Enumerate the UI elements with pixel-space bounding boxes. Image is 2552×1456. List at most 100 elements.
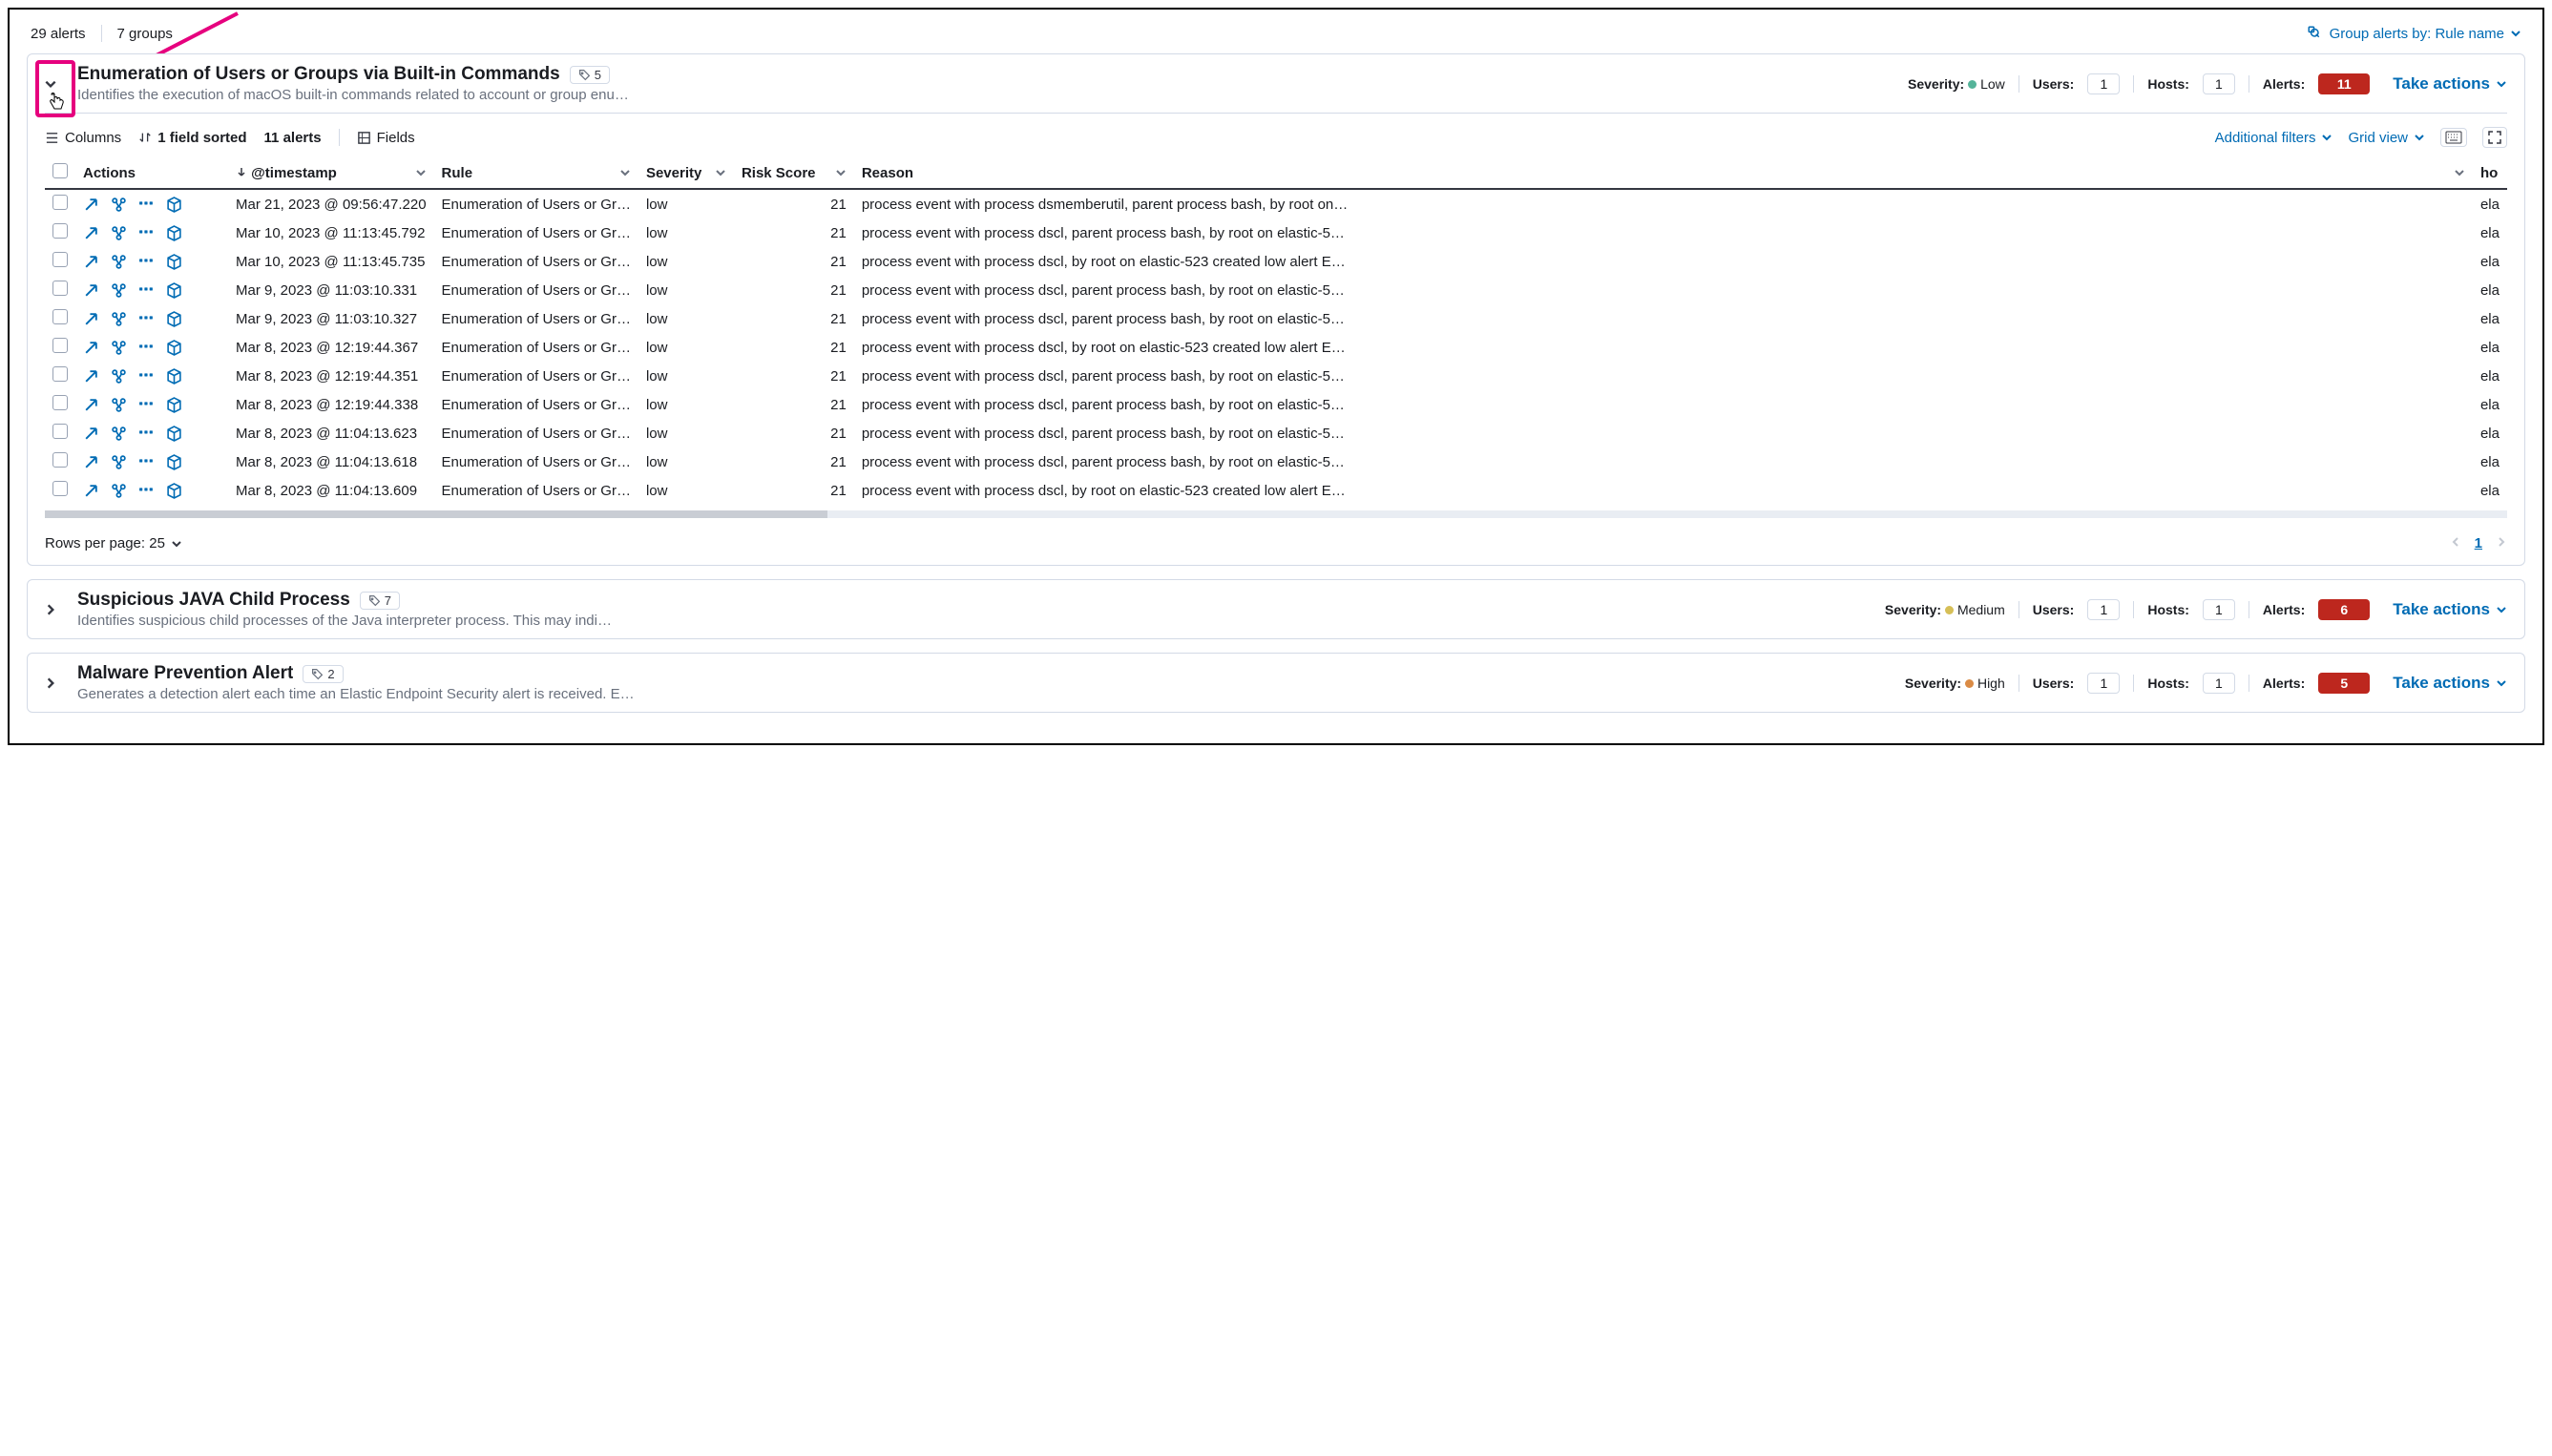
expand-flyout-icon[interactable] xyxy=(83,254,99,270)
columns-button[interactable]: Columns xyxy=(45,130,121,146)
row-checkbox[interactable] xyxy=(52,481,68,496)
cell-risk: 21 xyxy=(734,419,854,447)
col-header-timestamp[interactable]: @timestamp xyxy=(228,157,434,189)
cube-icon[interactable] xyxy=(166,426,182,442)
analyze-icon[interactable] xyxy=(111,454,127,470)
session-icon[interactable] xyxy=(138,454,155,470)
cube-icon[interactable] xyxy=(166,311,182,327)
row-checkbox[interactable] xyxy=(52,366,68,382)
cube-icon[interactable] xyxy=(166,225,182,241)
tag-count-badge[interactable]: 2 xyxy=(303,665,343,683)
row-checkbox[interactable] xyxy=(52,281,68,296)
fields-button[interactable]: Fields xyxy=(357,130,415,146)
expand-flyout-icon[interactable] xyxy=(83,397,99,413)
expand-flyout-icon[interactable] xyxy=(83,426,99,442)
take-actions-button[interactable]: Take actions xyxy=(2393,600,2507,619)
session-icon[interactable] xyxy=(138,340,155,356)
expand-flyout-icon[interactable] xyxy=(83,454,99,470)
cell-risk: 21 xyxy=(734,218,854,247)
pager-page-current[interactable]: 1 xyxy=(2475,535,2482,551)
cell-timestamp: Mar 8, 2023 @ 12:19:44.338 xyxy=(228,390,434,419)
session-icon[interactable] xyxy=(138,254,155,270)
grid-view-button[interactable]: Grid view xyxy=(2348,130,2425,146)
col-header-rule[interactable]: Rule xyxy=(434,157,638,189)
tag-count-badge[interactable]: 5 xyxy=(570,66,610,84)
cube-icon[interactable] xyxy=(166,368,182,385)
additional-filters-button[interactable]: Additional filters xyxy=(2215,130,2333,146)
analyze-icon[interactable] xyxy=(111,426,127,442)
row-checkbox[interactable] xyxy=(52,424,68,439)
cube-icon[interactable] xyxy=(166,254,182,270)
tag-count-badge[interactable]: 7 xyxy=(360,592,400,610)
cell-rule: Enumeration of Users or Gr… xyxy=(434,333,638,362)
col-header-host[interactable]: ho xyxy=(2473,157,2507,189)
col-header-risk[interactable]: Risk Score xyxy=(734,157,854,189)
cell-host: ela xyxy=(2473,276,2507,304)
pager-next[interactable] xyxy=(2496,535,2507,551)
cell-host: ela xyxy=(2473,447,2507,476)
expand-toggle[interactable] xyxy=(37,670,64,697)
session-icon[interactable] xyxy=(138,225,155,241)
analyze-icon[interactable] xyxy=(111,368,127,385)
cell-reason: process event with process dscl, parent … xyxy=(854,390,2473,419)
col-header-severity[interactable]: Severity xyxy=(638,157,734,189)
take-actions-button[interactable]: Take actions xyxy=(2393,74,2507,94)
select-all-checkbox[interactable] xyxy=(52,163,68,178)
expand-flyout-icon[interactable] xyxy=(83,311,99,327)
expand-flyout-icon[interactable] xyxy=(83,197,99,213)
session-icon[interactable] xyxy=(138,282,155,299)
cube-icon[interactable] xyxy=(166,197,182,213)
row-checkbox[interactable] xyxy=(52,195,68,210)
analyze-icon[interactable] xyxy=(111,282,127,299)
alerts-count-badge: 11 xyxy=(2318,73,2370,94)
analyze-icon[interactable] xyxy=(111,254,127,270)
separator xyxy=(101,25,102,42)
group-by-label: Group alerts by: Rule name xyxy=(2330,26,2504,42)
row-checkbox[interactable] xyxy=(52,395,68,410)
cube-icon[interactable] xyxy=(166,340,182,356)
fullscreen-button[interactable] xyxy=(2482,127,2507,148)
session-icon[interactable] xyxy=(138,197,155,213)
horizontal-scrollbar[interactable] xyxy=(45,510,2507,518)
cell-reason: process event with process dsmemberutil,… xyxy=(854,189,2473,218)
chevron-down-icon xyxy=(2496,604,2507,615)
cell-host: ela xyxy=(2473,247,2507,276)
cube-icon[interactable] xyxy=(166,483,182,499)
cube-icon[interactable] xyxy=(166,397,182,413)
group-by-selector[interactable]: Group alerts by: Rule name xyxy=(2307,25,2521,42)
alerts-label: Alerts: xyxy=(2263,76,2305,92)
expand-flyout-icon[interactable] xyxy=(83,225,99,241)
keyboard-shortcuts-button[interactable] xyxy=(2440,128,2467,147)
col-header-actions[interactable]: Actions xyxy=(75,157,228,189)
analyze-icon[interactable] xyxy=(111,483,127,499)
take-actions-button[interactable]: Take actions xyxy=(2393,674,2507,693)
session-icon[interactable] xyxy=(138,397,155,413)
session-icon[interactable] xyxy=(138,426,155,442)
expand-flyout-icon[interactable] xyxy=(83,483,99,499)
expand-flyout-icon[interactable] xyxy=(83,282,99,299)
analyze-icon[interactable] xyxy=(111,225,127,241)
analyze-icon[interactable] xyxy=(111,340,127,356)
row-checkbox[interactable] xyxy=(52,252,68,267)
pager-prev[interactable] xyxy=(2450,535,2461,551)
row-checkbox[interactable] xyxy=(52,452,68,468)
row-checkbox[interactable] xyxy=(52,338,68,353)
expand-toggle[interactable] xyxy=(37,596,64,623)
rows-per-page-selector[interactable]: Rows per page: 25 xyxy=(45,535,182,551)
row-checkbox[interactable] xyxy=(52,223,68,239)
expand-flyout-icon[interactable] xyxy=(83,340,99,356)
analyze-icon[interactable] xyxy=(111,311,127,327)
analyze-icon[interactable] xyxy=(111,197,127,213)
sort-button[interactable]: 1 field sorted xyxy=(138,130,246,146)
cell-severity: low xyxy=(638,304,734,333)
cube-icon[interactable] xyxy=(166,282,182,299)
cube-icon[interactable] xyxy=(166,454,182,470)
row-checkbox[interactable] xyxy=(52,309,68,324)
session-icon[interactable] xyxy=(138,311,155,327)
table-row: Mar 21, 2023 @ 09:56:47.220 Enumeration … xyxy=(45,189,2507,218)
col-header-reason[interactable]: Reason xyxy=(854,157,2473,189)
expand-flyout-icon[interactable] xyxy=(83,368,99,385)
analyze-icon[interactable] xyxy=(111,397,127,413)
session-icon[interactable] xyxy=(138,483,155,499)
session-icon[interactable] xyxy=(138,368,155,385)
